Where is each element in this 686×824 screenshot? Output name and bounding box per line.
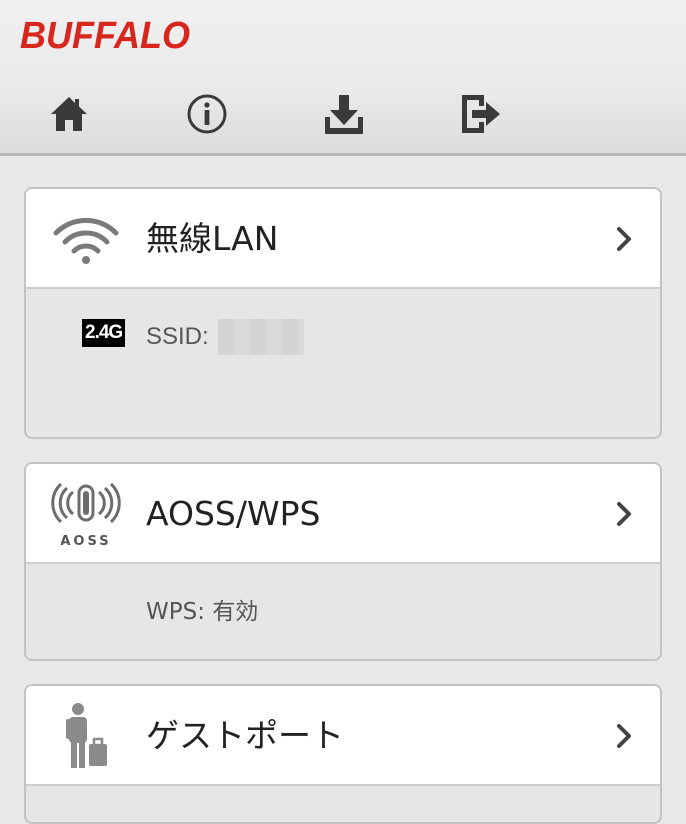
aoss-wps-card: AOSS AOSS/WPS WPS: 有効 bbox=[24, 462, 662, 661]
home-icon bbox=[51, 97, 87, 131]
aoss-wps-header[interactable]: AOSS AOSS/WPS bbox=[26, 464, 660, 564]
download-icon bbox=[325, 95, 363, 134]
chevron-right-icon bbox=[617, 502, 631, 526]
aoss-icon: AOSS bbox=[50, 482, 122, 549]
home-button[interactable] bbox=[45, 90, 93, 138]
wireless-lan-card: 無線LAN 2.4G SSID: bbox=[24, 187, 662, 439]
buffalo-logo: BUFFALO bbox=[20, 15, 190, 56]
ssid-value-redacted bbox=[218, 319, 304, 355]
ssid-label: SSID: bbox=[146, 323, 209, 350]
info-button[interactable] bbox=[183, 90, 231, 138]
aoss-icon-label: AOSS bbox=[60, 534, 112, 549]
chevron-right-icon bbox=[617, 227, 631, 251]
info-icon bbox=[187, 94, 227, 134]
app-header: BUFFALO bbox=[0, 0, 686, 156]
logout-button[interactable] bbox=[457, 90, 505, 138]
download-button[interactable] bbox=[320, 90, 368, 138]
guest-icon bbox=[50, 703, 122, 768]
wps-status: WPS: 有効 bbox=[146, 599, 259, 625]
guest-port-card: ゲストポート bbox=[24, 684, 662, 824]
guest-port-header[interactable]: ゲストポート bbox=[26, 686, 660, 786]
aoss-wps-title: AOSS/WPS bbox=[146, 494, 321, 533]
logout-icon bbox=[462, 95, 500, 133]
wifi-icon bbox=[50, 207, 122, 271]
svg-text:BUFFALO: BUFFALO bbox=[20, 15, 190, 56]
band-badge-24g: 2.4G bbox=[82, 319, 126, 347]
chevron-right-icon bbox=[617, 724, 631, 748]
wireless-lan-header[interactable]: 無線LAN bbox=[26, 189, 660, 289]
guest-port-title: ゲストポート bbox=[146, 716, 344, 755]
wireless-lan-title: 無線LAN bbox=[146, 219, 279, 258]
